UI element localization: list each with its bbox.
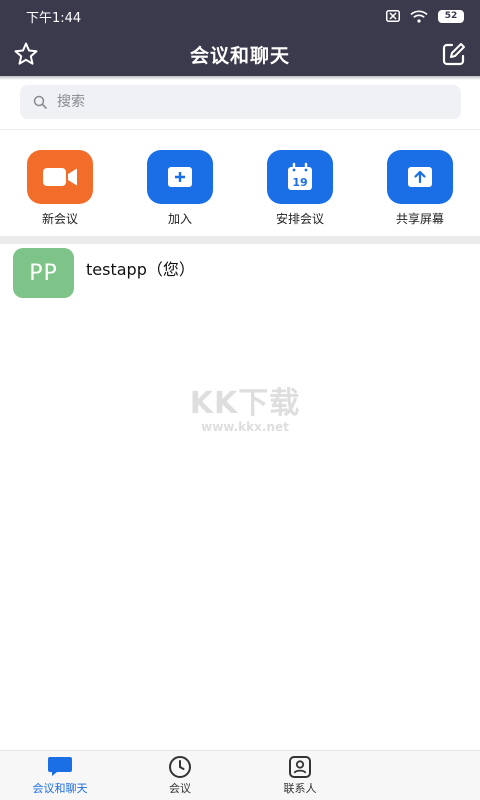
share-screen-label: 共享屏幕 (395, 212, 444, 226)
watermark: KK下载 www.kkx.net (180, 378, 310, 438)
share-screen-button[interactable]: 共享屏幕 (370, 150, 470, 227)
header-bar: 会议和聊天 (0, 32, 480, 76)
tab-label: 会议和聊天 (32, 782, 88, 795)
header-shadow (0, 76, 480, 80)
divider (0, 129, 480, 130)
status-icons: 52 (386, 9, 464, 23)
new-meeting-button[interactable]: 新会议 (10, 150, 110, 227)
status-time: 下午1:44 (26, 10, 82, 26)
tab-meetings-chat[interactable]: 会议和聊天 (0, 755, 120, 796)
watermark-url: www.kkx.net (201, 420, 289, 434)
search-icon (33, 95, 47, 109)
star-icon[interactable] (12, 40, 40, 68)
calendar-day: 19 (292, 176, 307, 189)
join-button[interactable]: 加入 (130, 150, 230, 227)
quick-actions: 新会议 加入 19 安排会议 共享屏幕 (0, 150, 480, 230)
list-item[interactable]: PP testapp（您） (0, 248, 480, 302)
tab-meetings[interactable]: 会议 (120, 755, 240, 796)
schedule-label: 安排会议 (275, 212, 324, 226)
wifi-icon (410, 10, 428, 23)
status-bar: 下午1:44 52 (0, 0, 480, 32)
video-camera-icon (43, 168, 77, 186)
bottom-tab-bar: 会议和聊天 会议 联系人 (0, 750, 480, 800)
clock-icon (169, 756, 191, 778)
avatar: PP (13, 248, 74, 298)
tab-label: 联系人 (283, 782, 317, 795)
battery-level: 52 (444, 11, 458, 21)
search-bar[interactable] (20, 85, 461, 119)
notification-icon (386, 10, 400, 22)
new-meeting-tile[interactable] (27, 150, 93, 204)
new-meeting-label: 新会议 (41, 212, 78, 226)
battery-icon: 52 (438, 9, 464, 23)
section-divider (0, 236, 480, 244)
chat-bubble-icon (48, 757, 72, 776)
calendar-icon: 19 (288, 162, 312, 190)
contact-name: testapp（您） (86, 260, 195, 279)
schedule-tile[interactable]: 19 (267, 150, 333, 204)
watermark-logo: KK下载 (189, 386, 301, 421)
join-tile[interactable] (147, 150, 213, 204)
plus-icon (168, 167, 192, 187)
search-input[interactable] (55, 93, 439, 111)
join-label: 加入 (167, 212, 192, 226)
page-title: 会议和聊天 (189, 44, 290, 67)
tab-contacts[interactable]: 联系人 (240, 755, 360, 796)
share-screen-icon (408, 167, 432, 187)
schedule-button[interactable]: 19 安排会议 (250, 150, 350, 227)
compose-icon[interactable] (440, 40, 468, 68)
tab-label: 会议 (169, 782, 191, 795)
contact-card-icon (289, 756, 311, 778)
share-screen-tile[interactable] (387, 150, 453, 204)
